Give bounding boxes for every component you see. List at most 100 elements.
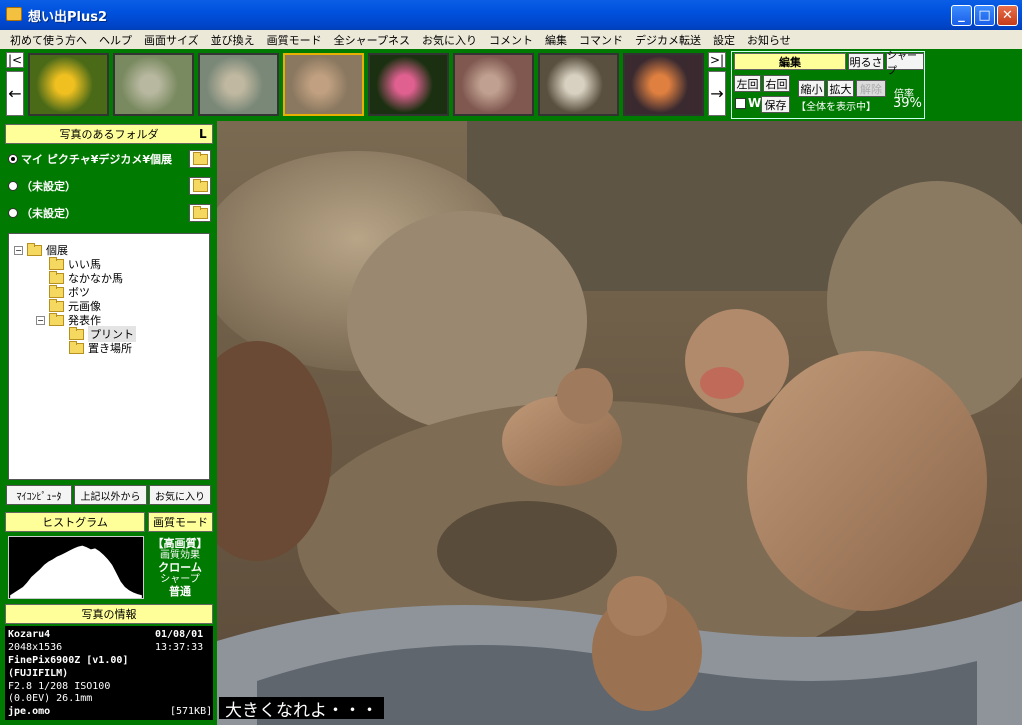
menu-all-sharpness[interactable]: 全シャープネス: [328, 32, 416, 48]
tree-label: 置き場所: [88, 342, 132, 355]
file-name: jpe.omo: [8, 706, 51, 717]
photo-caption: 大きくなれよ・・・: [219, 697, 384, 721]
next-arrow-icon[interactable]: →: [708, 71, 726, 116]
maximize-button[interactable]: □: [974, 5, 995, 26]
w-label: W: [748, 96, 762, 110]
edit-label: 編集: [734, 53, 846, 70]
folder-row-2[interactable]: （未設定）: [8, 175, 213, 197]
close-button[interactable]: ✕: [997, 5, 1018, 26]
my-computer-button[interactable]: ﾏｲｺﾝﾋﾟｭｰﾀ: [6, 485, 72, 505]
menu-sort[interactable]: 並び換え: [205, 32, 261, 48]
histogram-chart: [8, 536, 144, 599]
folder-icon: [27, 242, 42, 256]
zoom-value: 39%: [893, 96, 922, 111]
folder-icon: [49, 256, 64, 270]
thumbnail-horse-park[interactable]: [453, 53, 534, 116]
menu-camera-transfer[interactable]: デジカメ転送: [629, 32, 707, 48]
w-checkbox[interactable]: [735, 98, 746, 109]
folders-header-label: 写真のあるフォルダ: [59, 128, 159, 141]
folder-tree: − 個展 いい馬 なかなか馬 ボツ 元画像 − 発表作 プリント 置き場所: [8, 233, 210, 480]
histogram-header: ヒストグラム: [5, 512, 145, 532]
rotate-left-button[interactable]: 左回: [734, 75, 761, 92]
folder-icon: [69, 340, 84, 354]
open-folder-icon[interactable]: [189, 177, 211, 195]
photo-image: [217, 121, 1022, 725]
folders-header: 写真のあるフォルダ: [5, 124, 213, 144]
photo-time: 13:37:33: [155, 642, 204, 653]
quality-mode: 【高画質】: [152, 537, 208, 550]
thumbnail-monkeys[interactable]: [283, 53, 364, 116]
save-button[interactable]: 保存: [761, 96, 790, 113]
menu-comment[interactable]: コメント: [483, 32, 539, 48]
thumbnail-grass-field[interactable]: [113, 53, 194, 116]
folder-icon: [49, 312, 64, 326]
open-folder-icon[interactable]: [189, 204, 211, 222]
thumbnail-yellow-flower[interactable]: [28, 53, 109, 116]
photo-info: Kozaru4 01/08/01 2048x1536 13:37:33 Fine…: [5, 626, 213, 720]
menu-screen-size[interactable]: 画面サイズ: [138, 32, 205, 48]
photo-name: Kozaru4: [8, 629, 51, 640]
thumbnail-sunset-sky[interactable]: [623, 53, 704, 116]
photo-viewer[interactable]: [217, 121, 1022, 725]
folder-label-2: （未設定）: [21, 180, 76, 193]
menu-settings[interactable]: 設定: [707, 32, 741, 48]
thumbnail-ducks[interactable]: [198, 53, 279, 116]
open-folder-icon[interactable]: [189, 150, 211, 168]
photo-size: 2048x1536: [8, 642, 63, 653]
menu-help[interactable]: ヘルプ: [93, 32, 138, 48]
sharp-button[interactable]: シャープ: [886, 51, 924, 77]
menu-command[interactable]: コマンド: [573, 32, 629, 48]
open-folder-icon: [69, 326, 84, 340]
file-size: [571KB]: [170, 706, 213, 717]
app-icon: [6, 7, 22, 21]
folder-radio-3[interactable]: [8, 208, 18, 218]
effect-value: クローム: [158, 561, 202, 574]
folder-label-3: （未設定）: [21, 207, 76, 220]
menu-favorites[interactable]: お気に入り: [416, 32, 483, 48]
folders-corner-letter[interactable]: L: [199, 127, 207, 141]
folder-icon: [49, 284, 64, 298]
menu-news[interactable]: お知らせ: [741, 32, 797, 48]
folder-label-1: マイ ピクチャ¥デジカメ¥個展: [21, 153, 173, 166]
shrink-button[interactable]: 縮小: [798, 80, 825, 97]
enlarge-button[interactable]: 拡大: [827, 80, 854, 97]
folder-icon: [49, 298, 64, 312]
folder-radio-2[interactable]: [8, 181, 18, 191]
fit-status: 【全体を表示中】: [796, 102, 876, 113]
last-button[interactable]: >|: [708, 52, 726, 68]
minimize-button[interactable]: _: [951, 5, 972, 26]
collapse-icon[interactable]: −: [14, 245, 23, 255]
photo-date: 01/08/01: [155, 629, 204, 640]
folder-row-1[interactable]: マイ ピクチャ¥デジカメ¥個展: [8, 148, 213, 170]
collapse-icon[interactable]: −: [36, 315, 45, 325]
thumbnail-pink-flower[interactable]: [368, 53, 449, 116]
sharp-value: 普通: [169, 585, 191, 598]
info-header: 写真の情報: [5, 604, 213, 624]
camera-maker: (FUJIFILM): [8, 668, 69, 679]
folder-icon: [49, 270, 64, 284]
menu-getting-started[interactable]: 初めて使う方へ: [4, 32, 93, 48]
quality-panel: 【高画質】 画質効果 クローム シャープ 普通: [148, 536, 212, 599]
ev-focal: (0.0EV) 26.1mm: [8, 693, 93, 704]
camera-model: FinePix6900Z [v1.00]: [8, 655, 129, 666]
thumbnail-cow[interactable]: [538, 53, 619, 116]
edit-panel: 編集 明るさ シャープ 左回 右回 縮小 拡大 解除 倍率 W 保存 【全体を表…: [731, 51, 925, 119]
rotate-right-button[interactable]: 右回: [763, 75, 790, 92]
menu-bar: 初めて使う方へ ヘルプ 画面サイズ 並び換え 画質モード 全シャープネス お気に…: [0, 30, 1022, 49]
histogram-area: [10, 545, 142, 598]
quality-header[interactable]: 画質モード: [148, 512, 213, 532]
folder-radio-1[interactable]: [8, 154, 18, 164]
prev-arrow-icon[interactable]: ←: [6, 71, 24, 116]
menu-edit[interactable]: 編集: [539, 32, 573, 48]
folder-row-3[interactable]: （未設定）: [8, 202, 213, 224]
release-button[interactable]: 解除: [856, 80, 886, 97]
window-title: 想い出Plus2: [28, 10, 108, 25]
exposure: F2.8 1/208 ISO100: [8, 681, 111, 692]
other-source-button[interactable]: 上記以外から: [74, 485, 147, 505]
first-button[interactable]: |<: [6, 52, 24, 68]
title-bar: 想い出Plus2 _ □ ✕: [0, 0, 1022, 30]
brightness-button[interactable]: 明るさ: [848, 53, 884, 70]
tree-node[interactable]: 置き場所: [69, 340, 132, 356]
menu-quality-mode[interactable]: 画質モード: [261, 32, 328, 48]
favorites-button[interactable]: お気に入り: [149, 485, 211, 505]
